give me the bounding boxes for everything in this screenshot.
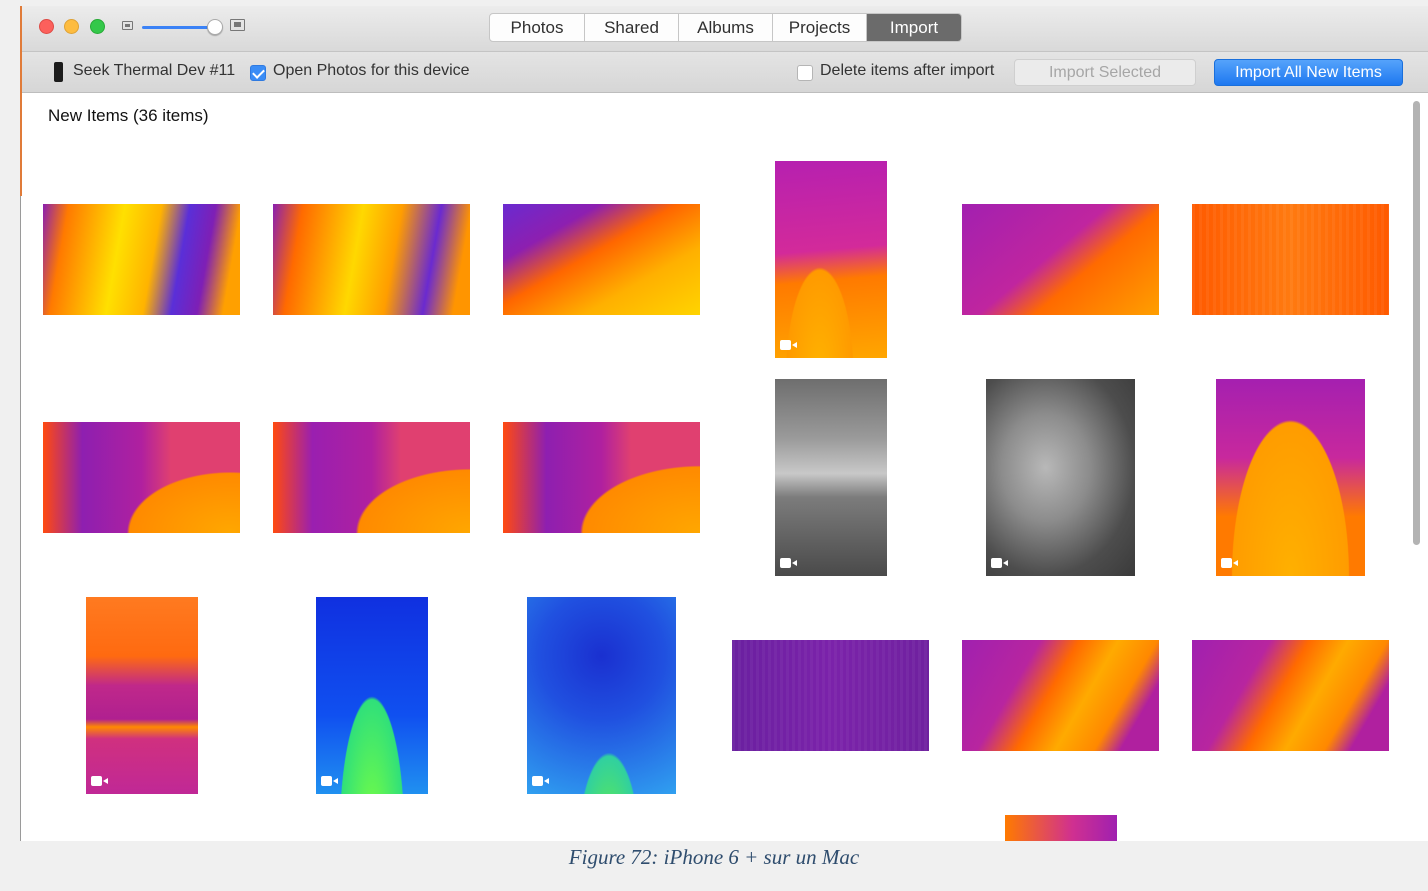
thumbnail[interactable] xyxy=(775,379,887,576)
import-selected-button[interactable]: Import Selected xyxy=(1014,59,1196,86)
thumbnail[interactable] xyxy=(43,204,240,315)
minimize-window-button[interactable] xyxy=(64,19,79,34)
device-name: Seek Thermal Dev #11 xyxy=(73,62,236,79)
video-camera-icon xyxy=(780,340,797,350)
thumbnail-size-slider-knob[interactable] xyxy=(207,19,223,35)
video-camera-icon xyxy=(91,776,108,786)
title-bar: Photos Shared Albums Projects Import xyxy=(21,6,1428,52)
figure-caption: Figure 72: iPhone 6 + sur un Mac xyxy=(568,845,860,869)
figure-caption-area: Figure 72: iPhone 6 + sur un Mac xyxy=(0,841,1428,891)
thumbnail[interactable] xyxy=(273,204,470,315)
photos-import-window: Photos Shared Albums Projects Import See… xyxy=(20,6,1428,841)
small-thumbnails-icon[interactable] xyxy=(122,21,133,30)
video-camera-icon xyxy=(780,558,797,568)
zoom-window-button[interactable] xyxy=(90,19,105,34)
video-camera-icon xyxy=(532,776,549,786)
window-edge-accent xyxy=(20,6,22,196)
thumbnail[interactable] xyxy=(1192,204,1389,315)
open-photos-checkbox[interactable] xyxy=(250,65,266,81)
import-toolbar: Seek Thermal Dev #11 Open Photos for thi… xyxy=(21,52,1428,93)
thumbnail[interactable] xyxy=(986,379,1135,576)
thumbnail[interactable] xyxy=(1192,640,1389,751)
tab-shared[interactable]: Shared xyxy=(585,14,679,41)
video-camera-icon xyxy=(1221,558,1238,568)
thumbnail[interactable] xyxy=(503,422,700,533)
video-camera-icon xyxy=(321,776,338,786)
large-thumbnails-icon[interactable] xyxy=(230,19,245,31)
thumbnail[interactable] xyxy=(1216,379,1365,576)
iphone-icon xyxy=(54,62,63,82)
close-window-button[interactable] xyxy=(39,19,54,34)
section-title: New Items (36 items) xyxy=(48,106,209,125)
thumbnail[interactable] xyxy=(503,204,700,315)
view-tabs: Photos Shared Albums Projects Import xyxy=(489,13,962,42)
thumbnail[interactable] xyxy=(1005,815,1117,841)
delete-after-import-checkbox[interactable] xyxy=(797,65,813,81)
thumbnail[interactable] xyxy=(962,640,1159,751)
thumbnail[interactable] xyxy=(527,597,676,794)
thumbnail[interactable] xyxy=(43,422,240,533)
tab-photos[interactable]: Photos xyxy=(490,14,585,41)
video-camera-icon xyxy=(991,558,1008,568)
thumbnail[interactable] xyxy=(732,640,929,751)
thumbnail[interactable] xyxy=(775,161,887,358)
thumbnail[interactable] xyxy=(86,597,198,794)
open-photos-label[interactable]: Open Photos for this device xyxy=(273,62,470,80)
thumbnail[interactable] xyxy=(316,597,428,794)
vertical-scrollbar[interactable] xyxy=(1413,101,1420,545)
tab-albums[interactable]: Albums xyxy=(679,14,773,41)
thumbnail[interactable] xyxy=(273,422,470,533)
tab-import[interactable]: Import xyxy=(867,14,961,41)
import-all-new-items-button[interactable]: Import All New Items xyxy=(1214,59,1403,86)
tab-projects[interactable]: Projects xyxy=(773,14,867,41)
delete-after-import-label[interactable]: Delete items after import xyxy=(820,62,994,80)
thumbnail[interactable] xyxy=(962,204,1159,315)
